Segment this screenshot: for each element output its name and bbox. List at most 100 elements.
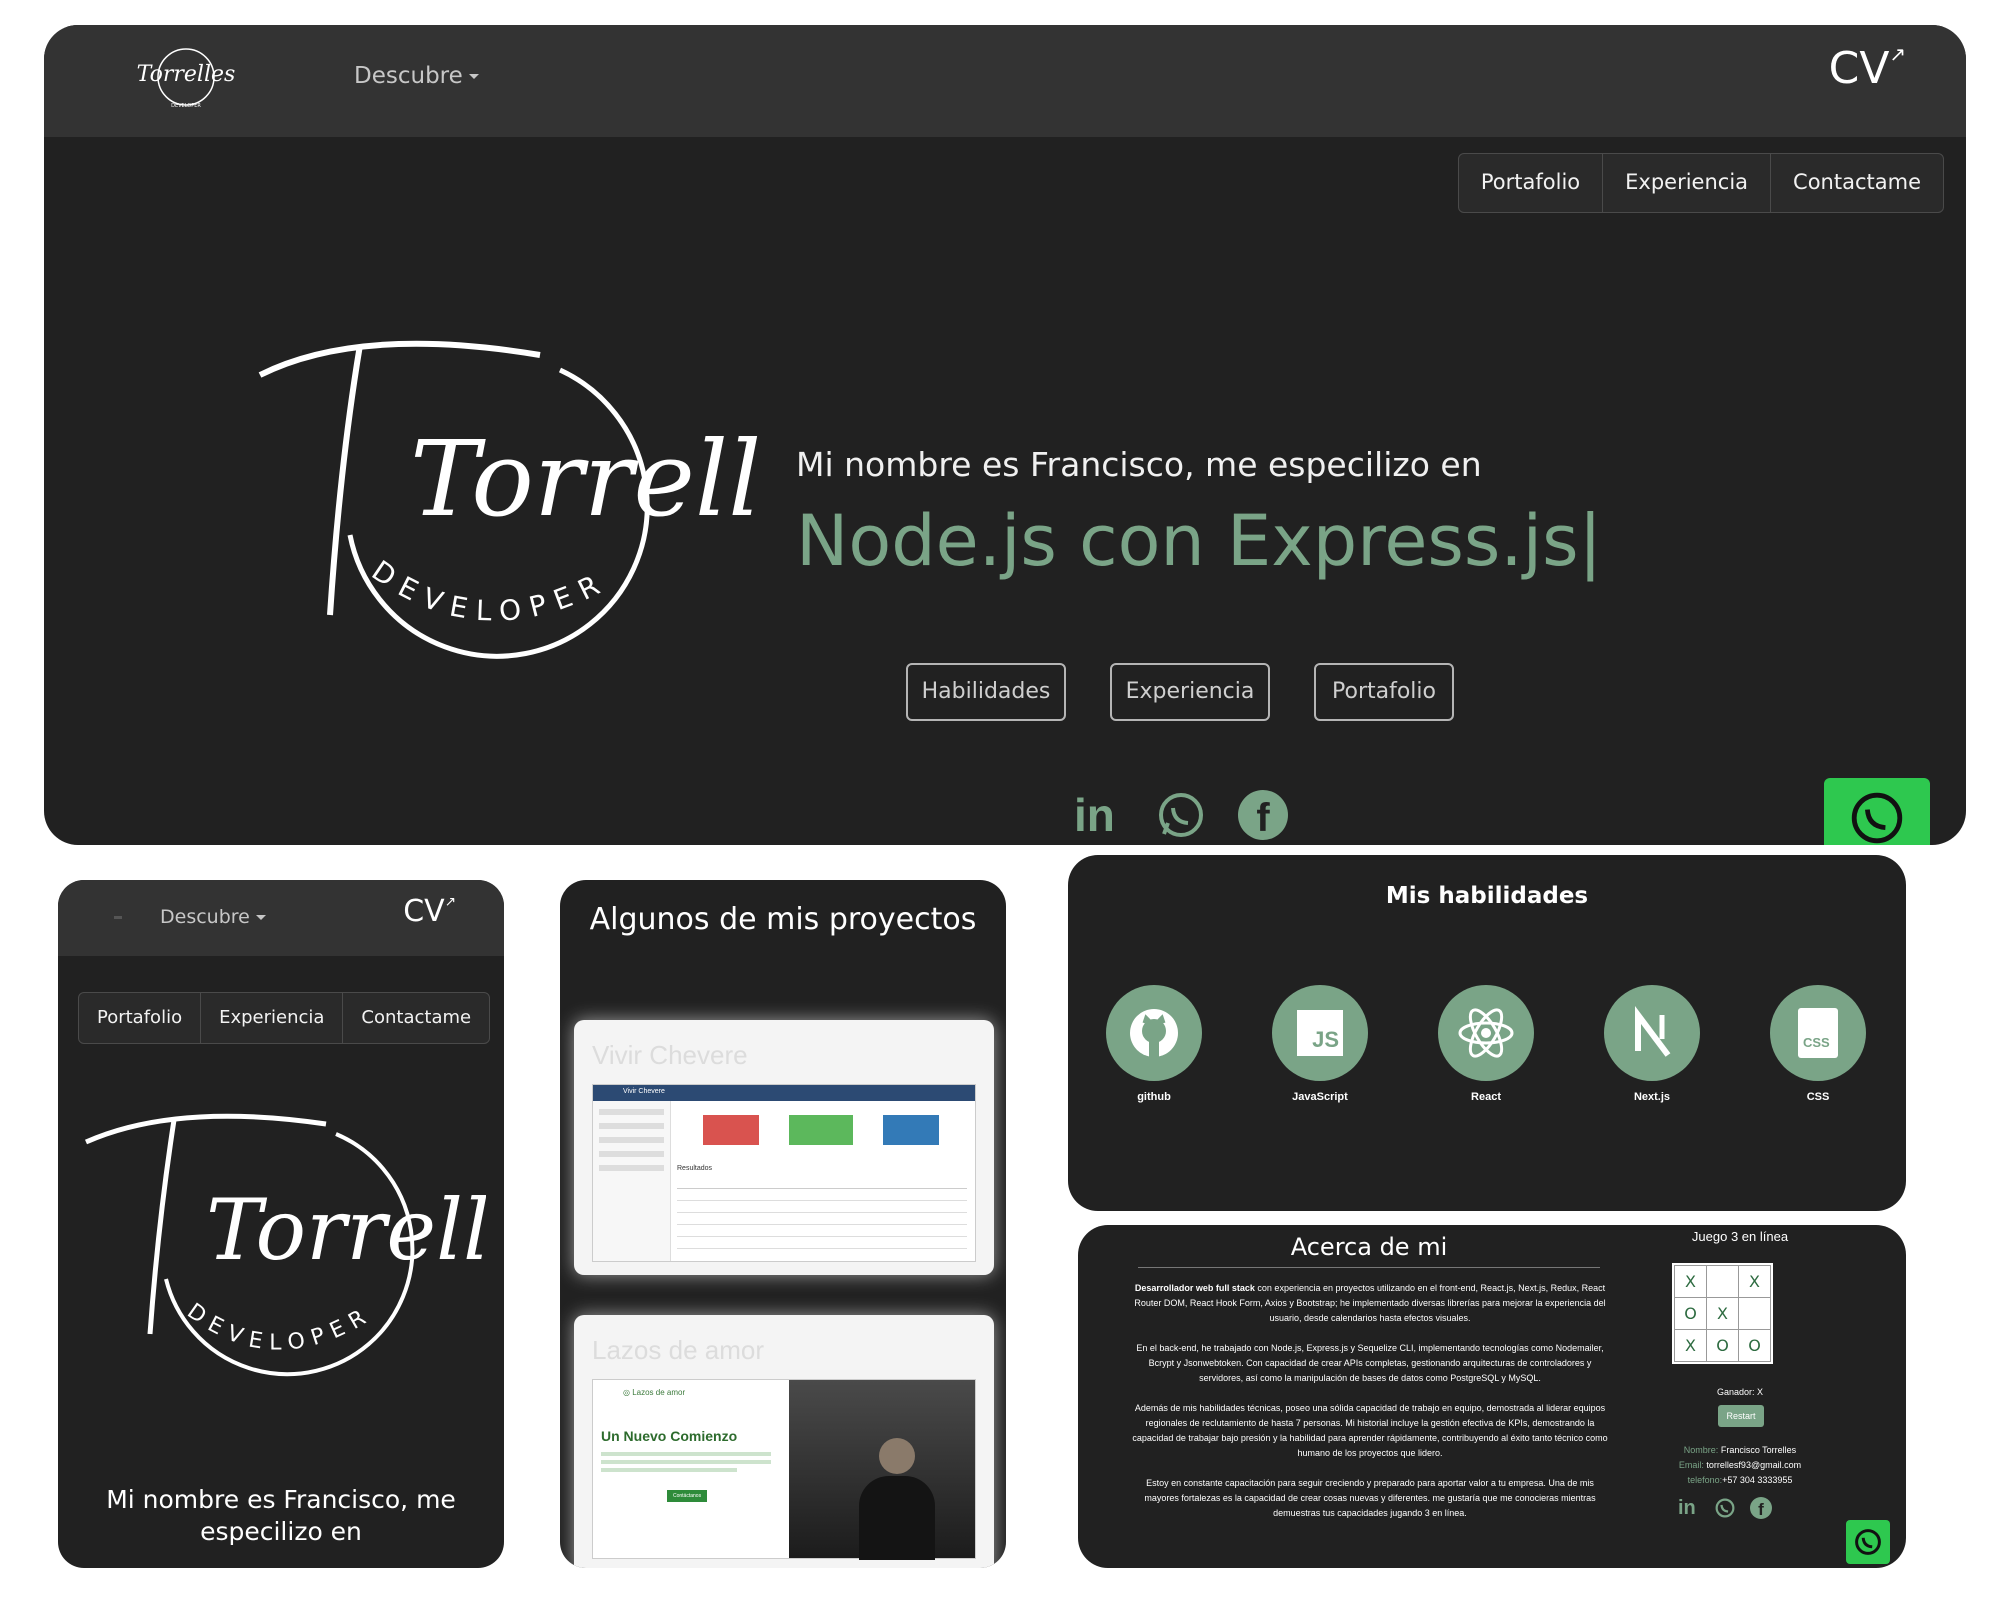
board-cell[interactable]: O (1674, 1297, 1707, 1330)
site-cta: Contáctanos (667, 1490, 708, 1502)
mobile-descubre-dropdown[interactable]: Descubre (160, 906, 266, 928)
board-cell[interactable] (1706, 1265, 1739, 1298)
external-link-icon: ↗ (444, 894, 456, 910)
app-sidebar (593, 1101, 671, 1261)
skill-label: React (1471, 1091, 1501, 1103)
skill-label: github (1137, 1091, 1171, 1103)
skill-javascript: JS JavaScript (1270, 985, 1370, 1103)
name-label: Nombre: (1683, 1445, 1719, 1455)
project-name: Vivir Chevere (592, 1040, 748, 1070)
mobile-section-tabs: Portafolio Experiencia Contactame (78, 992, 491, 1044)
board-cell[interactable]: O (1738, 1329, 1771, 1362)
navbar-logo-sub: DEVELOPER (171, 103, 201, 109)
about-screen: Acerca de mi Desarrollador web full stac… (1078, 1225, 1906, 1568)
whatsapp-icon (1851, 792, 1903, 844)
skills-screen: Mis habilidades github JS JavaScript Rea… (1068, 855, 1906, 1211)
skill-label: Next.js (1633, 1091, 1671, 1103)
section-tabs: Portafolio Experiencia Contactame (1457, 153, 1944, 213)
stat-card-green (789, 1115, 853, 1145)
whatsapp-icon[interactable] (1714, 1497, 1736, 1519)
contact-email: torrellesf93@gmail.com (1706, 1460, 1802, 1470)
mobile-screen: Descubre CV↗ Portafolio Experiencia Cont… (58, 880, 504, 1568)
experiencia-button[interactable]: Experiencia (1110, 663, 1270, 721)
social-links: in f (1074, 790, 1288, 840)
mobile-tab-experiencia[interactable]: Experiencia (201, 993, 344, 1043)
github-icon (1130, 1009, 1178, 1057)
top-navbar: Torrelles DEVELOPER Descubre CV↗ (44, 25, 1966, 137)
facebook-icon[interactable]: f (1238, 790, 1288, 840)
whatsapp-float-button[interactable] (1824, 778, 1930, 845)
linkedin-icon[interactable]: in (1678, 1497, 1700, 1519)
hero-intro: Mi nombre es Francisco, me especilizo en (796, 445, 1482, 484)
navbar-logo[interactable]: Torrelles DEVELOPER (136, 39, 236, 115)
site-brand: ◎ Lazos de amor (623, 1388, 686, 1397)
descubre-label: Descubre (354, 63, 463, 89)
mobile-logo-script: Torrelles (206, 1181, 486, 1279)
board-cell[interactable]: X (1674, 1265, 1707, 1298)
projects-title: Algunos de mis proyectos (589, 902, 977, 937)
app-header-bar: Vivir Chevere (593, 1085, 975, 1101)
site-copy-lines (601, 1452, 771, 1476)
mobile-cv-label: CV (403, 894, 445, 929)
results-table (677, 1177, 967, 1255)
descubre-dropdown[interactable]: Descubre (354, 63, 479, 89)
mobile-navbar-logo[interactable] (114, 916, 122, 919)
chevron-down-icon (255, 915, 266, 920)
board-cell[interactable]: O (1706, 1329, 1739, 1362)
restart-button[interactable]: Restart (1718, 1405, 1764, 1427)
linkedin-icon[interactable]: in (1074, 790, 1124, 840)
board-cell[interactable]: X (1738, 1265, 1771, 1298)
stat-card-blue (883, 1115, 939, 1145)
habilidades-button[interactable]: Habilidades (906, 663, 1066, 721)
mobile-cv-link[interactable]: CV↗ (403, 894, 456, 929)
skill-label: CSS (1806, 1091, 1830, 1103)
about-p2: En el back-end, he trabajado con Node.js… (1136, 1343, 1604, 1383)
project-screenshot: Vivir Chevere Resultados (592, 1084, 976, 1262)
project-card-lazos-de-amor[interactable]: Lazos de amor ◎ Lazos de amor Un Nuevo C… (574, 1315, 994, 1568)
results-label: Resultados (677, 1165, 713, 1172)
whatsapp-icon[interactable] (1156, 790, 1206, 840)
app-title: Vivir Chevere (623, 1088, 665, 1095)
about-divider (1138, 1267, 1600, 1268)
mobile-descubre-label: Descubre (160, 906, 250, 928)
project-screenshot: ◎ Lazos de amor Un Nuevo Comienzo Contác… (592, 1379, 976, 1560)
skill-github: github (1104, 985, 1204, 1103)
about-title: Acerca de mi (1290, 1233, 1448, 1261)
chevron-down-icon (468, 74, 479, 79)
mobile-tab-contactame[interactable]: Contactame (343, 993, 489, 1043)
game-winner: Ganador: X (1716, 1387, 1764, 1397)
board-cell[interactable] (1738, 1297, 1771, 1330)
about-p3: Además de mis habilidades técnicas, pose… (1132, 1403, 1608, 1458)
contact-info: Nombre: Francisco Torrelles Email: torre… (1620, 1443, 1860, 1488)
board-cell[interactable]: X (1674, 1329, 1707, 1362)
whatsapp-float-button[interactable] (1846, 1520, 1890, 1564)
tab-experiencia[interactable]: Experiencia (1603, 154, 1772, 212)
mobile-hero-intro: Mi nombre es Francisco, me especilizo en (106, 1485, 456, 1546)
nextjs-icon (1635, 1006, 1671, 1057)
hero-typed-text: Node.js con Express.js| (796, 500, 1603, 582)
tab-contactame[interactable]: Contactame (1771, 154, 1943, 212)
tic-tac-toe-board: X X O X X O O (1672, 1263, 1773, 1364)
react-icon (1458, 1008, 1514, 1058)
whatsapp-icon (1855, 1529, 1881, 1555)
site-brand-text: Lazos de amor (632, 1388, 686, 1397)
board-cell[interactable]: X (1706, 1297, 1739, 1330)
project-card-vivir-chevere[interactable]: Vivir Chevere Vivir Chevere Resultados (574, 1020, 994, 1275)
desktop-screen: Torrelles DEVELOPER Descubre CV↗ Portafo… (44, 25, 1966, 845)
cv-link[interactable]: CV↗ (1829, 43, 1906, 94)
phone-label: telefono: (1687, 1475, 1723, 1485)
stat-card-red (703, 1115, 759, 1145)
hero-logo: Torrelles DEVELOPER (240, 315, 876, 675)
hero-logo-arc: DEVELOPER (366, 554, 614, 628)
facebook-icon[interactable]: f (1750, 1497, 1772, 1519)
tab-portafolio[interactable]: Portafolio (1459, 154, 1604, 212)
contact-phone: +57 304 3333955 (1722, 1475, 1793, 1485)
game-title: Juego 3 en línea (1691, 1229, 1789, 1244)
about-social-links: in f (1678, 1497, 1772, 1519)
about-p4: Estoy en constante capacitación para seg… (1144, 1478, 1596, 1518)
hero-logo-script: Torrelles (410, 418, 760, 540)
mobile-tab-portafolio[interactable]: Portafolio (79, 993, 202, 1043)
cv-label: CV (1828, 43, 1890, 94)
portafolio-button[interactable]: Portafolio (1314, 663, 1454, 721)
external-link-icon: ↗ (1889, 43, 1906, 66)
